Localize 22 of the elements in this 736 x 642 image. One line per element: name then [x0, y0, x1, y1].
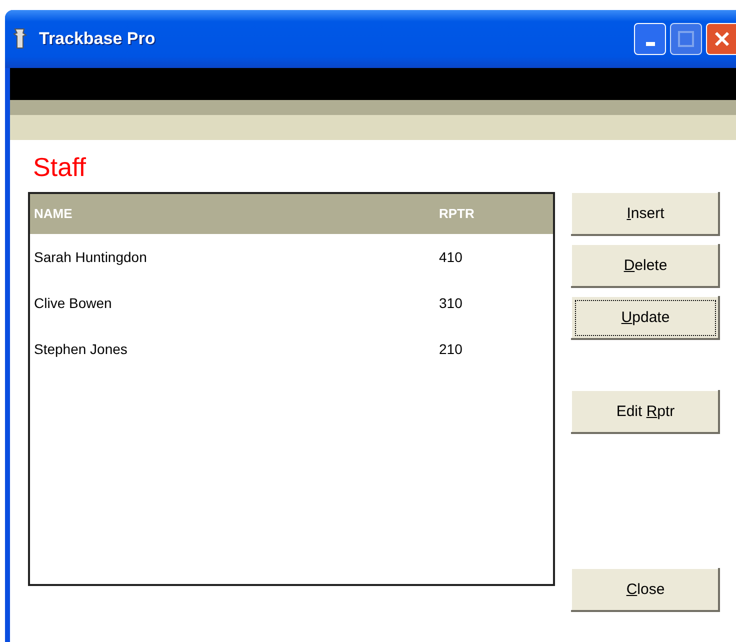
- action-button[interactable]: Edit Rptr: [571, 390, 720, 434]
- column-header: NAME: [30, 194, 435, 234]
- maximize-icon: [677, 30, 695, 48]
- close-button[interactable]: [706, 23, 736, 55]
- action-button[interactable]: Close: [571, 568, 720, 612]
- table-cell-text: Clive Bowen: [33, 294, 113, 312]
- window-title: Trackbase Pro: [39, 28, 156, 50]
- section-heading: Staff: [33, 151, 88, 184]
- action-button[interactable]: Delete: [571, 244, 720, 288]
- action-button[interactable]: Update: [571, 296, 720, 340]
- column-header: RPTR: [435, 194, 553, 234]
- maximize-button[interactable]: [670, 23, 702, 55]
- close-icon: [712, 30, 730, 48]
- table-cell: 410: [435, 234, 553, 280]
- app-icon: [13, 28, 27, 50]
- table-cell-text: 210: [438, 340, 464, 358]
- action-button[interactable]: Insert: [571, 192, 720, 236]
- minimize-button[interactable]: [634, 23, 666, 55]
- table-cell-text: Stephen Jones: [33, 340, 128, 359]
- table-cell-text: 310: [438, 294, 464, 312]
- minimize-icon: [646, 42, 654, 46]
- table-cell: Sarah Huntingdon: [30, 234, 435, 280]
